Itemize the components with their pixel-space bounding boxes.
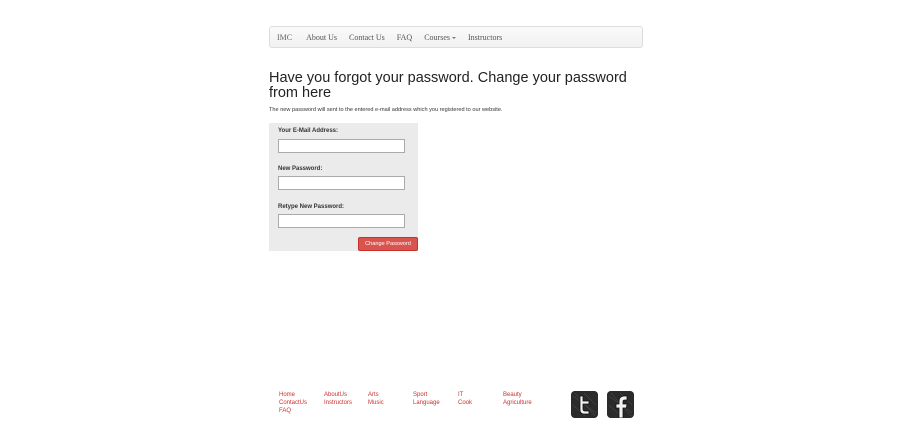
footer-link-music[interactable]: Music bbox=[368, 400, 384, 406]
nav-contact-us[interactable]: Contact Us bbox=[349, 33, 385, 42]
nav-courses-dropdown[interactable]: Courses bbox=[424, 33, 456, 42]
footer-link-agriculture[interactable]: Agriculture bbox=[503, 400, 532, 406]
new-password-label: New Password: bbox=[278, 166, 323, 172]
retype-password-field[interactable] bbox=[278, 214, 405, 228]
footer-link-language[interactable]: Language bbox=[413, 400, 440, 406]
footer-link-cook[interactable]: Cook bbox=[458, 400, 472, 406]
page-title: Have you forgot your password. Change yo… bbox=[269, 70, 627, 101]
nav-instructors[interactable]: Instructors bbox=[468, 33, 502, 42]
nav-courses-label: Courses bbox=[424, 32, 450, 42]
page-description: The new password will sent to the entere… bbox=[269, 107, 503, 113]
facebook-icon[interactable] bbox=[607, 391, 634, 418]
email-label: Your E-Mail Address: bbox=[278, 128, 339, 134]
footer-link-arts[interactable]: Arts bbox=[368, 392, 379, 398]
change-password-button[interactable]: Change Password bbox=[358, 237, 418, 251]
top-navbar: IMC About Us Contact Us FAQ Courses Inst… bbox=[269, 26, 643, 48]
footer-link-contactus[interactable]: ContactUs bbox=[279, 400, 307, 406]
twitter-icon[interactable] bbox=[571, 391, 598, 418]
footer-link-faq[interactable]: FAQ bbox=[279, 408, 291, 414]
footer-link-home[interactable]: Home bbox=[279, 392, 295, 398]
new-password-field[interactable] bbox=[278, 176, 405, 190]
email-field[interactable] bbox=[278, 139, 405, 153]
retype-password-label: Retype New Password: bbox=[278, 204, 345, 210]
caret-down-icon bbox=[452, 36, 456, 39]
footer-link-it[interactable]: IT bbox=[458, 392, 463, 398]
change-password-form: Your E-Mail Address: New Password: Retyp… bbox=[269, 123, 418, 251]
footer-link-sport[interactable]: Sport bbox=[413, 392, 427, 398]
brand-link[interactable]: IMC bbox=[277, 33, 292, 42]
footer-link-beauty[interactable]: Beauty bbox=[503, 392, 522, 398]
footer-link-aboutus[interactable]: AboutUs bbox=[324, 392, 347, 398]
footer-link-instructors[interactable]: Instructors bbox=[324, 400, 352, 406]
nav-about-us[interactable]: About Us bbox=[306, 33, 337, 42]
nav-faq[interactable]: FAQ bbox=[397, 33, 412, 42]
